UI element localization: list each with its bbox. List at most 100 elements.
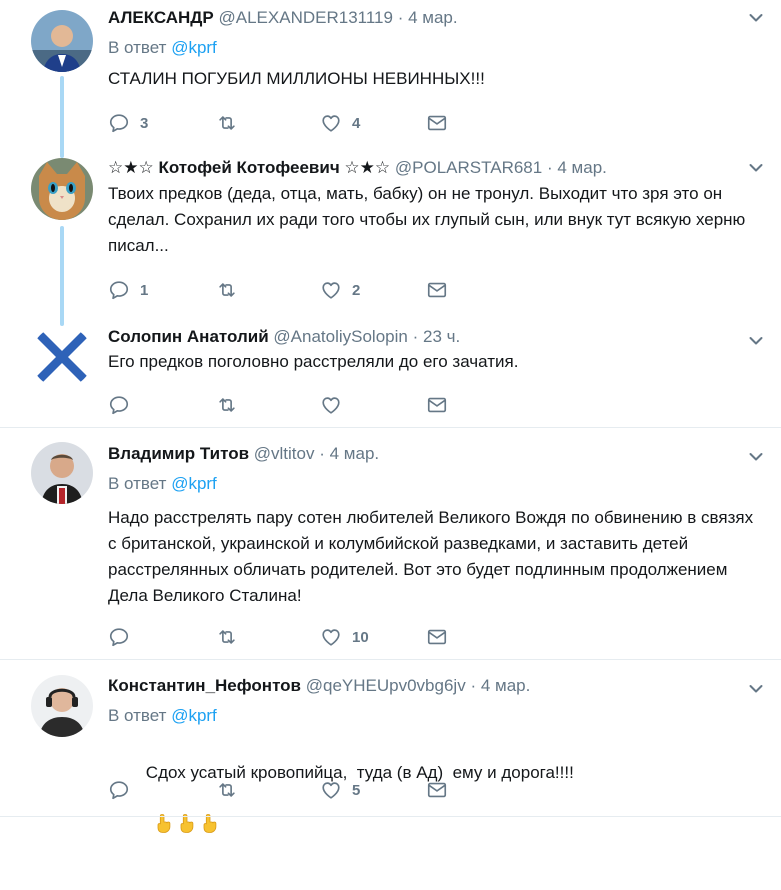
- tweet-timestamp[interactable]: 23 ч.: [423, 327, 460, 346]
- tweet[interactable]: Владимир Титов @vltitov · 4 мар. В ответ…: [0, 428, 781, 660]
- tweet-header: АЛЕКСАНДР @ALEXANDER131119 · 4 мар.: [108, 7, 761, 29]
- tweet[interactable]: Солопин Анатолий @AnatoliySolopin · 23 ч…: [0, 318, 781, 428]
- retweet-button[interactable]: [216, 392, 248, 418]
- like-button[interactable]: 10: [320, 624, 369, 650]
- separator-dot: ·: [397, 8, 404, 27]
- tweet[interactable]: Константин_Нефонтов @qeYHEUpv0vbg6jv · 4…: [0, 660, 781, 823]
- user-handle[interactable]: @qeYHEUpv0vbg6jv: [306, 676, 466, 695]
- reply-button[interactable]: 1: [108, 277, 148, 303]
- reply-prefix: В ответ: [108, 38, 167, 57]
- reply-count: 1: [140, 281, 149, 299]
- like-icon: [320, 279, 342, 301]
- chevron-down-icon[interactable]: [749, 336, 763, 346]
- message-button[interactable]: [426, 110, 448, 136]
- retweet-button[interactable]: [216, 624, 248, 650]
- tweet-timestamp[interactable]: 4 мар.: [330, 444, 380, 463]
- user-name[interactable]: Владимир Титов: [108, 444, 249, 463]
- chevron-down-icon[interactable]: [749, 684, 763, 694]
- thread-line: [60, 150, 64, 158]
- retweet-icon: [216, 279, 238, 301]
- retweet-icon: [216, 779, 238, 801]
- avatar[interactable]: [31, 675, 93, 737]
- tweet-timestamp[interactable]: 4 мар.: [408, 8, 458, 27]
- message-button[interactable]: [426, 777, 448, 803]
- chevron-down-icon[interactable]: [749, 13, 763, 23]
- like-icon: [320, 394, 342, 416]
- message-button[interactable]: [426, 624, 448, 650]
- reply-icon: [108, 279, 130, 301]
- reply-context: В ответ @kprf: [108, 473, 761, 495]
- user-name[interactable]: Константин_Нефонтов: [108, 676, 301, 695]
- separator-dot: ·: [470, 676, 477, 695]
- tweet-header: Солопин Анатолий @AnatoliySolopin · 23 ч…: [108, 326, 761, 348]
- reply-context: В ответ @kprf: [108, 37, 761, 59]
- tweet[interactable]: ☆★☆ Котофей Котофеевич ☆★☆ @POLARSTAR681…: [0, 150, 781, 322]
- reply-button[interactable]: [108, 624, 140, 650]
- user-name[interactable]: АЛЕКСАНДР: [108, 8, 214, 27]
- like-button[interactable]: 4: [320, 110, 360, 136]
- like-count: 2: [352, 281, 361, 299]
- user-handle[interactable]: @POLARSTAR681: [395, 158, 542, 177]
- user-handle[interactable]: @AnatoliySolopin: [273, 327, 407, 346]
- separator-dot: ·: [319, 444, 325, 463]
- tweet-text: СТАЛИН ПОГУБИЛ МИЛЛИОНЫ НЕВИННЫХ!!!: [108, 69, 485, 88]
- avatar[interactable]: [31, 442, 93, 504]
- reply-mention-link[interactable]: @kprf: [171, 474, 217, 493]
- reply-icon: [108, 779, 130, 801]
- reply-mention-link[interactable]: @kprf: [171, 38, 217, 57]
- thread-line: [60, 318, 64, 326]
- tweet-text: Его предков поголовно расстреляли до его…: [108, 352, 519, 371]
- like-icon: [320, 626, 342, 648]
- separator-dot: ·: [546, 158, 553, 177]
- reply-prefix: В ответ: [108, 474, 167, 493]
- like-icon: [320, 779, 342, 801]
- retweet-button[interactable]: [216, 277, 248, 303]
- avatar[interactable]: [31, 326, 93, 388]
- message-button[interactable]: [426, 277, 448, 303]
- user-handle[interactable]: @ALEXANDER131119: [219, 8, 393, 27]
- tweet-header: Владимир Титов @vltitov · 4 мар.: [108, 443, 761, 465]
- avatar[interactable]: [31, 158, 93, 220]
- reply-icon: [108, 112, 130, 134]
- message-icon: [426, 779, 448, 801]
- retweet-icon: [216, 112, 238, 134]
- retweet-button[interactable]: [216, 777, 248, 803]
- user-name[interactable]: Солопин Анатолий: [108, 327, 269, 346]
- tweet-text-row: Сдох усатый кровопийца, туда (в Ад) ему …: [108, 734, 761, 890]
- message-icon: [426, 626, 448, 648]
- thread-line: [60, 76, 64, 154]
- retweet-icon: [216, 394, 238, 416]
- reply-button[interactable]: [108, 392, 140, 418]
- reply-count: 3: [140, 114, 149, 132]
- reply-button[interactable]: 3: [108, 110, 148, 136]
- reply-mention-link[interactable]: @kprf: [171, 706, 217, 725]
- message-button[interactable]: [426, 392, 448, 418]
- chevron-down-icon[interactable]: [749, 163, 763, 173]
- retweet-button[interactable]: [216, 110, 248, 136]
- like-count: 4: [352, 114, 361, 132]
- reply-icon: [108, 626, 130, 648]
- separator-dot: ·: [412, 327, 419, 346]
- reply-icon: [108, 394, 130, 416]
- user-name[interactable]: ☆★☆ Котофей Котофеевич ☆★☆: [108, 158, 390, 177]
- like-button[interactable]: [320, 392, 352, 418]
- like-count: 5: [352, 781, 361, 799]
- retweet-icon: [216, 626, 238, 648]
- like-button[interactable]: 2: [320, 277, 360, 303]
- tweet-text: Твоих предков (деда, отца, мать, бабку) …: [108, 184, 746, 255]
- chevron-down-icon[interactable]: [749, 452, 763, 462]
- tweet[interactable]: АЛЕКСАНДР @ALEXANDER131119 · 4 мар. В от…: [0, 0, 781, 154]
- tweet-header: ☆★☆ Котофей Котофеевич ☆★☆ @POLARSTAR681…: [108, 157, 761, 179]
- reply-context: В ответ @kprf: [108, 705, 761, 727]
- reply-prefix: В ответ: [108, 706, 167, 725]
- tweet-timestamp[interactable]: 4 мар.: [481, 676, 531, 695]
- like-icon: [320, 112, 342, 134]
- tweet-header: Константин_Нефонтов @qeYHEUpv0vbg6jv · 4…: [108, 675, 761, 697]
- reply-button[interactable]: [108, 777, 140, 803]
- message-icon: [426, 279, 448, 301]
- like-button[interactable]: 5: [320, 777, 360, 803]
- avatar[interactable]: [31, 10, 93, 72]
- user-handle[interactable]: @vltitov: [254, 444, 315, 463]
- tweet-timestamp[interactable]: 4 мар.: [557, 158, 607, 177]
- message-icon: [426, 394, 448, 416]
